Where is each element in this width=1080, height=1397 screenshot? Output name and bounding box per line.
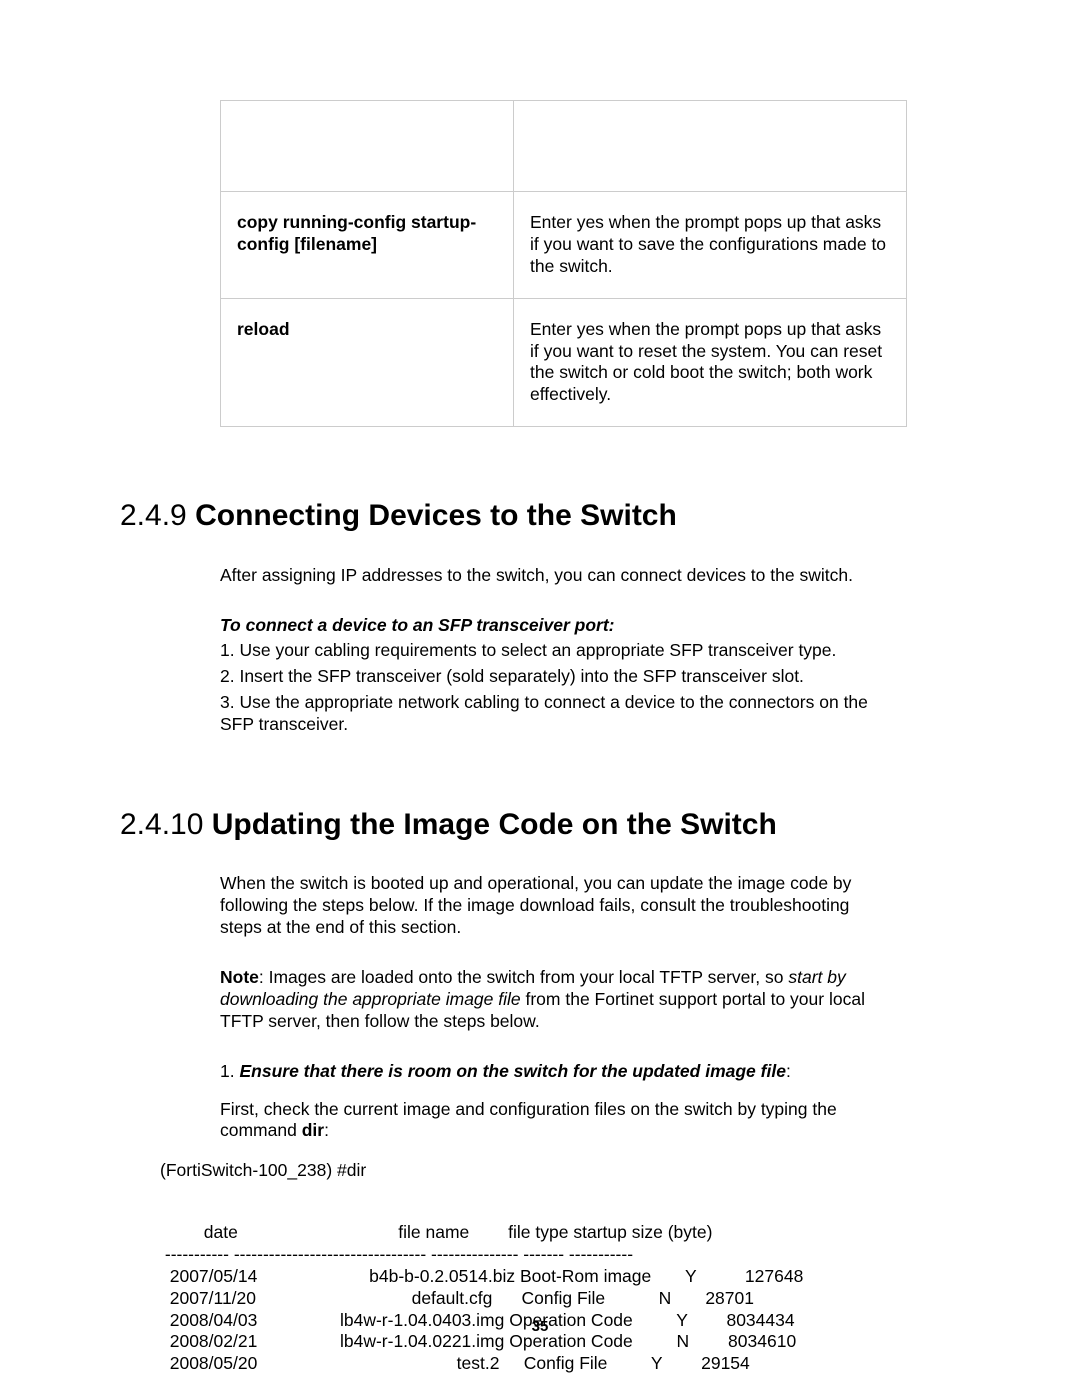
step-text: 3. Use the appropriate network cabling t…	[220, 692, 880, 736]
section-heading-2410: 2.4.10 Updating the Image Code on the Sw…	[120, 806, 960, 844]
step-colon: :	[786, 1061, 791, 1081]
intro-text: After assigning IP addresses to the swit…	[220, 565, 880, 587]
dir-divider: ----------- ----------------------------…	[160, 1244, 633, 1264]
section-heading-249: 2.4.9 Connecting Devices to the Switch	[120, 497, 960, 535]
dir-output: date file name file type startup size (b…	[160, 1200, 960, 1375]
section-number: 2.4.10	[120, 808, 203, 841]
step-text: 2. Insert the SFP transceiver (sold sepa…	[220, 666, 880, 688]
dir-header: date file name file type startup size (b…	[160, 1222, 712, 1242]
note-pre: : Images are loaded onto the switch from…	[259, 967, 788, 987]
section-title: Updating the Image Code on the Switch	[212, 808, 777, 841]
section-2410-body: When the switch is booted up and operati…	[220, 873, 880, 1142]
dir-row: 2007/11/20 default.cfg Config File N 287…	[160, 1288, 754, 1308]
step-1-body: First, check the current image and confi…	[220, 1099, 880, 1143]
description-cell: Enter yes when the prompt pops up that a…	[514, 298, 907, 427]
note-label: Note	[220, 967, 259, 987]
note-line: Note: Images are loaded onto the switch …	[220, 967, 880, 1033]
cli-prompt: (FortiSwitch-100_238) #dir	[160, 1160, 960, 1182]
step-lead: 1.	[220, 1061, 239, 1081]
body-post: :	[324, 1120, 329, 1140]
description-cell: Enter yes when the prompt pops up that a…	[514, 192, 907, 299]
step-1-line: 1. Ensure that there is room on the swit…	[220, 1061, 880, 1083]
table-row: copy running-config startup-config [file…	[221, 192, 907, 299]
dir-row: 2008/05/20 test.2 Config File Y 29154	[160, 1353, 750, 1373]
table-row: reload Enter yes when the prompt pops up…	[221, 298, 907, 427]
step-text: 1. Use your cabling requirements to sele…	[220, 640, 880, 662]
sub-heading: To connect a device to an SFP transceive…	[220, 615, 880, 637]
table-row	[221, 101, 907, 192]
section-title: Connecting Devices to the Switch	[195, 499, 677, 532]
intro-text: When the switch is booted up and operati…	[220, 873, 880, 939]
section-number: 2.4.9	[120, 499, 187, 532]
section-249-body: After assigning IP addresses to the swit…	[220, 565, 880, 736]
dir-row: 2007/05/14 b4b-b-0.2.0514.biz Boot-Rom i…	[160, 1266, 803, 1286]
dir-cmd: dir	[302, 1120, 324, 1140]
command-cell: copy running-config startup-config [file…	[221, 192, 514, 299]
page-number: 35	[0, 1318, 1080, 1337]
page: copy running-config startup-config [file…	[0, 0, 1080, 1397]
step-bold: Ensure that there is room on the switch …	[239, 1061, 785, 1081]
command-cell: reload	[221, 298, 514, 427]
command-table: copy running-config startup-config [file…	[220, 100, 907, 427]
